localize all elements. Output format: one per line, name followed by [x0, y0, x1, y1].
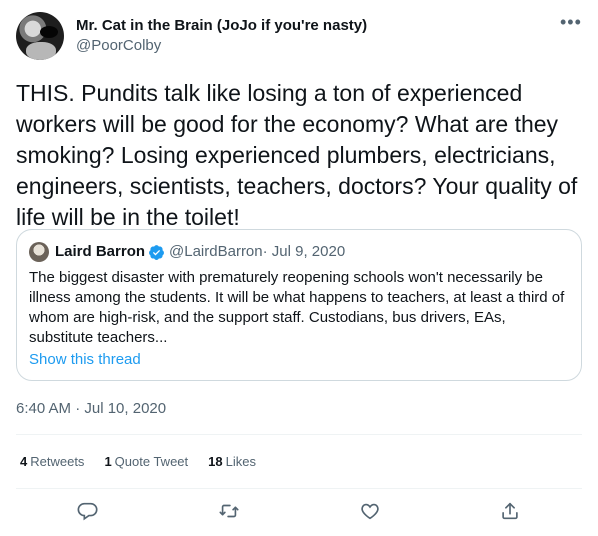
likes-count: 18	[208, 454, 223, 469]
share-icon[interactable]	[499, 500, 521, 522]
divider	[16, 434, 582, 435]
engagement-stats: 4 Retweets 1 Quote Tweet 18 Likes	[20, 452, 276, 472]
quoted-tweet-date: · Jul 9, 2020	[262, 243, 346, 260]
divider	[16, 488, 582, 489]
avatar-eyepatch	[40, 26, 58, 38]
quote-tweets-stat[interactable]: 1 Quote Tweet	[104, 452, 188, 472]
tweet-text: THIS. Pundits talk like losing a ton of …	[16, 80, 578, 230]
quoted-author-avatar	[29, 242, 49, 262]
tweet-header: Mr. Cat in the Brain (JoJo if you're nas…	[16, 12, 582, 62]
quoted-tweet-text: The biggest disaster with prematurely re…	[29, 269, 565, 346]
more-options-icon[interactable]: •••	[560, 13, 581, 36]
author-avatar[interactable]	[16, 12, 64, 60]
verified-badge-icon	[148, 244, 165, 261]
likes-label: Likes	[225, 454, 256, 469]
action-bar	[16, 498, 582, 526]
quoted-author-handle: @LairdBarron	[169, 243, 263, 260]
tweet-timestamp[interactable]: 6:40 AM · Jul 10, 2020	[16, 399, 166, 419]
retweet-icon[interactable]	[218, 500, 240, 522]
likes-stat[interactable]: 18 Likes	[208, 452, 256, 472]
quoted-tweet-card[interactable]: Laird Barron @LairdBarron · Jul 9, 2020 …	[16, 229, 582, 381]
quote-tweets-count: 1	[104, 454, 112, 469]
reply-icon[interactable]	[77, 500, 99, 522]
author-display-name[interactable]: Mr. Cat in the Brain (JoJo if you're nas…	[76, 16, 367, 36]
retweets-stat[interactable]: 4 Retweets	[20, 452, 84, 472]
quote-tweets-label: Quote Tweet	[114, 454, 189, 469]
quoted-tweet-header: Laird Barron @LairdBarron · Jul 9, 2020	[55, 242, 345, 262]
retweets-count: 4	[20, 454, 28, 469]
retweets-label: Retweets	[30, 454, 85, 469]
quoted-author-name: Laird Barron	[55, 243, 146, 260]
avatar-beard	[26, 42, 56, 60]
like-icon[interactable]	[359, 500, 381, 522]
show-thread-link[interactable]: Show this thread	[29, 350, 141, 370]
author-handle[interactable]: @PoorColby	[76, 36, 161, 56]
